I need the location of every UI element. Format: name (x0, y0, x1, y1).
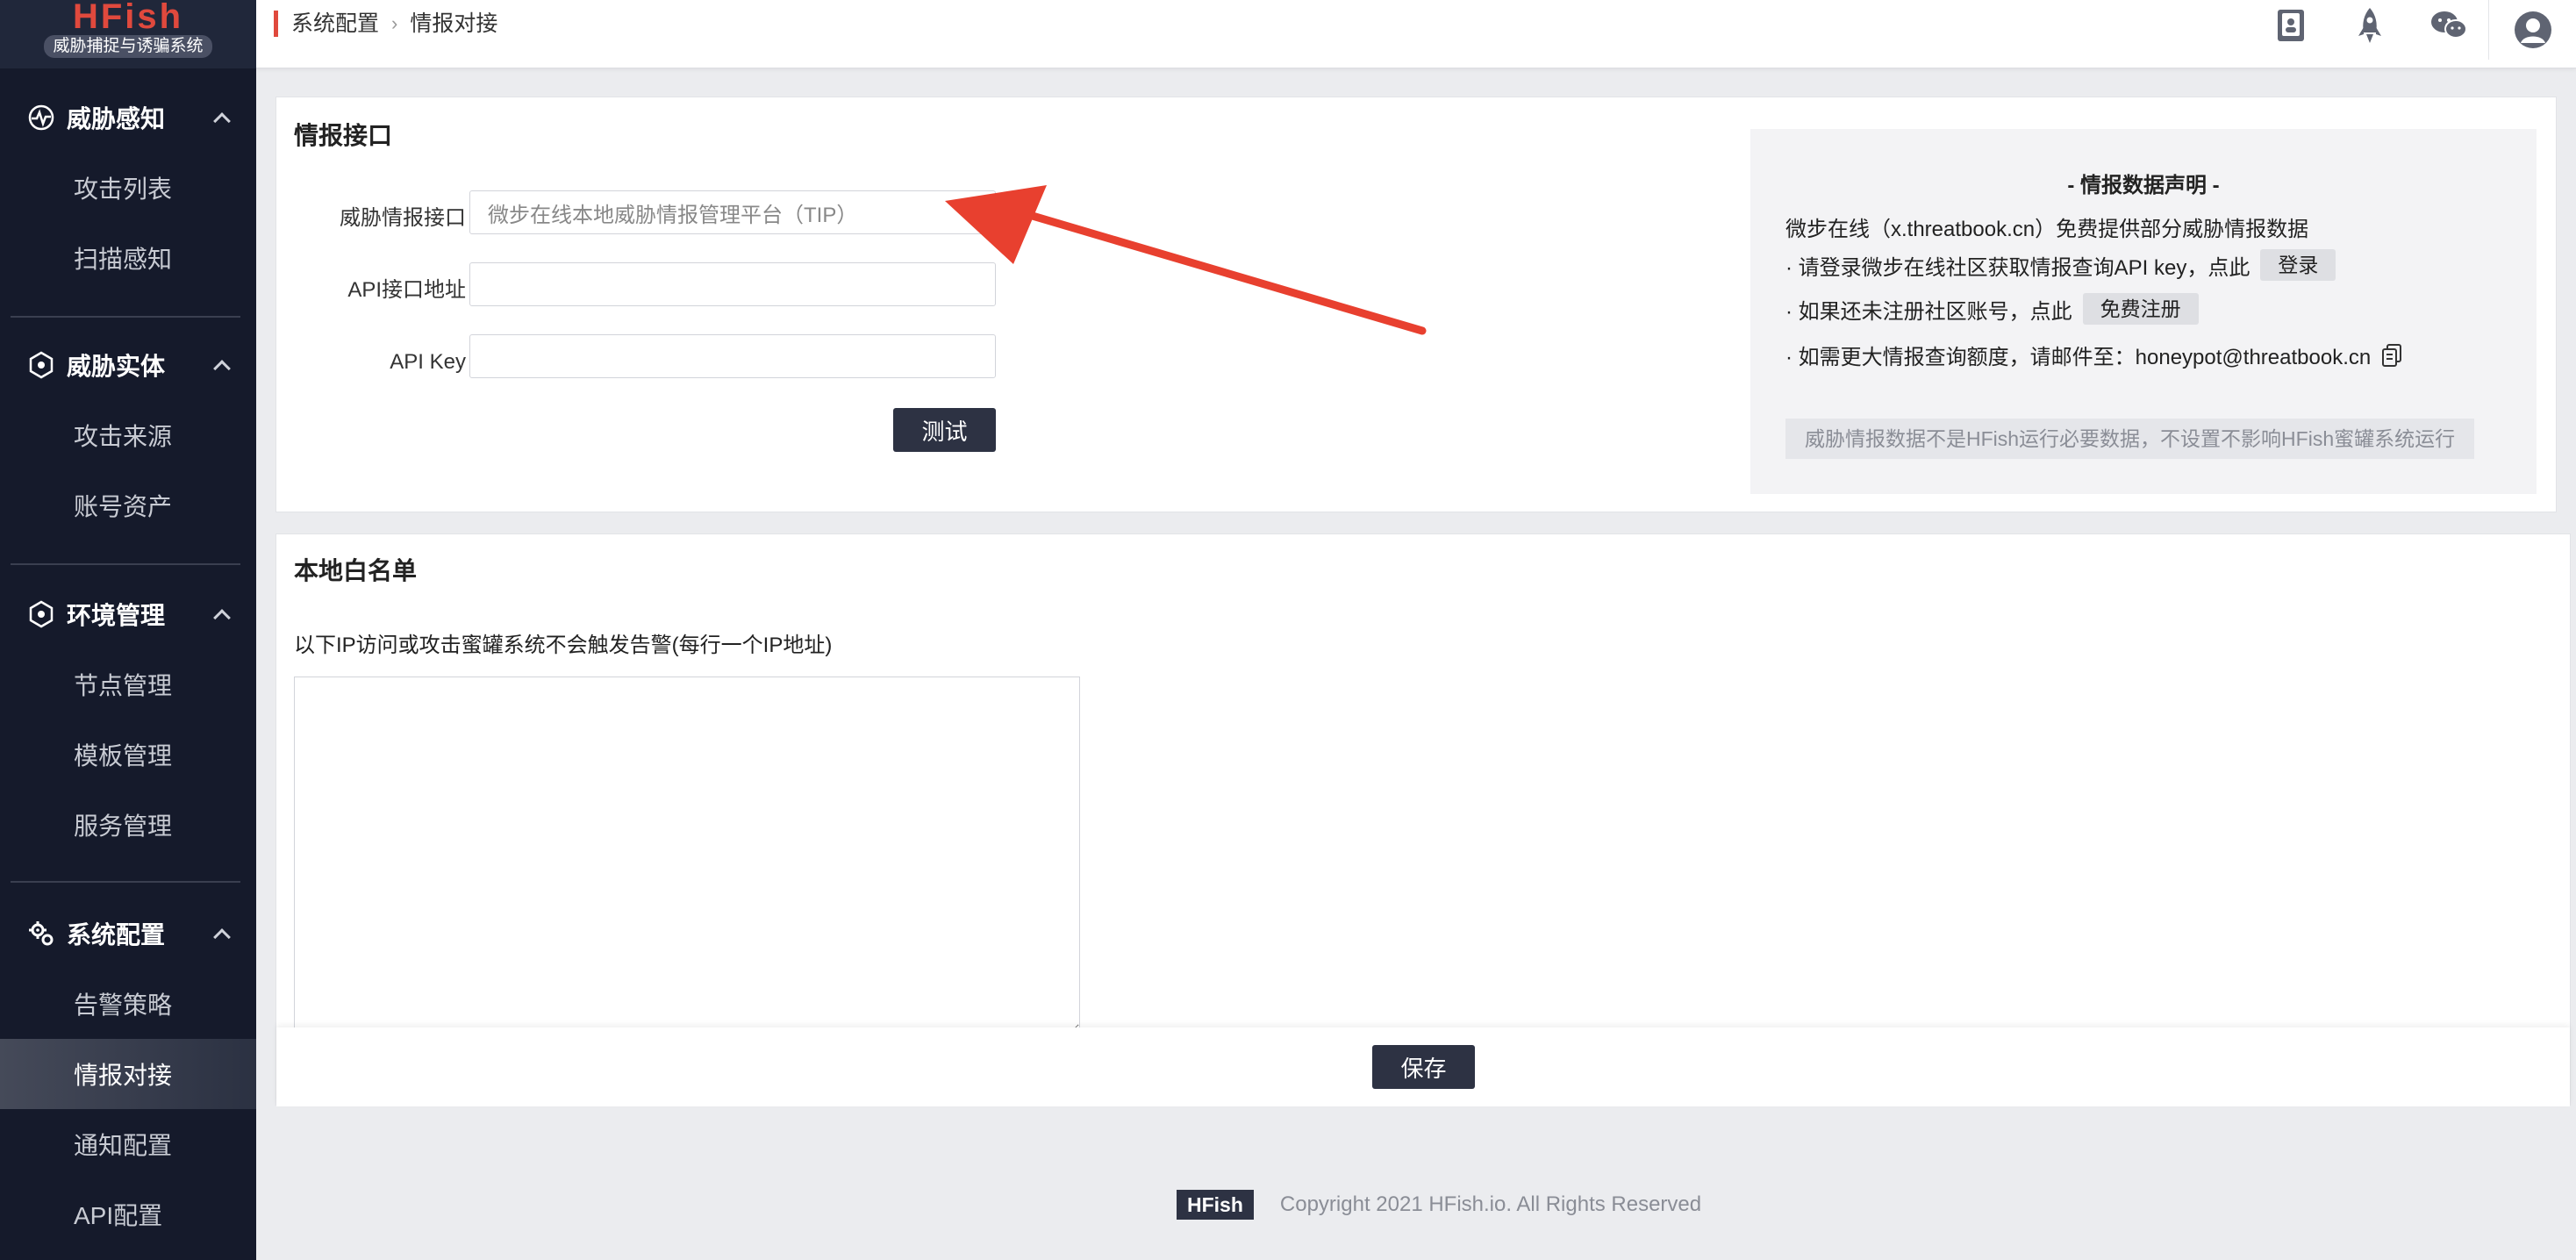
chevron-up-icon (213, 609, 231, 626)
api-url-input[interactable] (469, 262, 996, 306)
wechat-icon[interactable] (2409, 0, 2488, 51)
chevron-up-icon (213, 112, 231, 130)
sidebar-item-notification-config[interactable]: 通知配置 (0, 1109, 256, 1179)
notice-line-text: · 如果还未注册社区账号，点此 (1785, 299, 2072, 324)
notice-line-text: · 如需更大情报查询额度，请邮件至：honeypot@threatbook.cn (1785, 346, 2372, 369)
nav-group-label: 环境管理 (67, 602, 166, 629)
tip-label: 威胁情报接口： (340, 206, 487, 230)
footer-badge: HFish (1177, 1190, 1254, 1220)
hexagon-icon (26, 350, 56, 380)
chevron-right-icon: › (391, 12, 398, 34)
notice-line-text: · 请登录微步在线社区获取情报查询API key，点此 (1785, 255, 2250, 280)
footer: HFish Copyright 2021 HFish.io. All Right… (1177, 1190, 1701, 1220)
nav-group-header[interactable]: 威胁感知 (0, 82, 256, 153)
radar-icon (26, 103, 56, 132)
notice-line: · 如需更大情报查询额度，请邮件至：honeypot@threatbook.cn (1785, 340, 2402, 370)
nav-group-threat-awareness: 威胁感知 攻击列表 扫描感知 (0, 82, 256, 293)
nav-group-label: 威胁感知 (67, 105, 166, 132)
logo-subtitle: 威胁捕捉与诱骗系统 (44, 35, 212, 58)
sidebar-item-scan-awareness[interactable]: 扫描感知 (0, 223, 256, 293)
nav-group-header[interactable]: 系统配置 (0, 898, 256, 969)
breadcrumb-accent (274, 11, 278, 37)
breadcrumb-item[interactable]: 系统配置 (291, 11, 379, 37)
logo-title: HFish (72, 0, 184, 36)
nav-group-system-config: 系统配置 告警策略 情报对接 通知配置 API配置 (0, 898, 256, 1249)
chevron-up-icon (213, 928, 231, 946)
nav-group-threat-entity: 威胁实体 攻击来源 账号资产 (0, 330, 256, 541)
copy-icon[interactable] (2381, 343, 2402, 368)
chevron-up-icon (213, 360, 231, 377)
intel-title: 情报接口 (294, 122, 393, 149)
rocket-icon[interactable] (2330, 0, 2409, 51)
api-key-input[interactable] (469, 334, 996, 378)
notice-footer: 威胁情报数据不是HFish运行必要数据，不设置不影响HFish蜜罐系统运行 (1785, 419, 2475, 459)
sidebar-item-alert-policy[interactable]: 告警策略 (0, 969, 256, 1039)
tip-select-input[interactable] (469, 190, 996, 234)
sidebar-item-intel-integration[interactable]: 情报对接 (0, 1039, 256, 1109)
sidebar-item-template-management[interactable]: 模板管理 (0, 719, 256, 790)
top-icons (2251, 0, 2576, 68)
logo[interactable]: HFish 威胁捕捉与诱骗系统 (0, 0, 256, 68)
gears-icon (26, 919, 56, 949)
sidebar: HFish 威胁捕捉与诱骗系统 威胁感知 攻击列表 扫描感知 威胁实体 攻击来源… (0, 0, 256, 1260)
top-bar: 系统配置 › 情报对接 (256, 0, 2576, 68)
divider (11, 563, 240, 565)
notice-line: · 请登录微步在线社区获取情报查询API key，点此 登录 (1785, 249, 2336, 281)
login-button[interactable]: 登录 (2260, 249, 2336, 281)
sidebar-item-account-assets[interactable]: 账号资产 (0, 470, 256, 541)
hexagon-icon (26, 599, 56, 629)
notice-line: · 如果还未注册社区账号，点此 免费注册 (1785, 293, 2199, 325)
save-button[interactable]: 保存 (1372, 1045, 1475, 1089)
whitelist-panel: 本地白名单 以下IP访问或攻击蜜罐系统不会触发告警(每行一个IP地址) 保存 (275, 533, 2571, 1106)
nav-group-environment: 环境管理 节点管理 模板管理 服务管理 (0, 579, 256, 860)
notice-title: - 情报数据声明 - (2067, 174, 2220, 197)
sidebar-item-node-management[interactable]: 节点管理 (0, 649, 256, 719)
intel-panel: 情报接口 威胁情报接口： API接口地址： API Key： 测试 - 情报数据… (275, 97, 2557, 512)
nav-group-label: 威胁实体 (67, 353, 166, 380)
sidebar-item-attack-source[interactable]: 攻击来源 (0, 400, 256, 470)
whitelist-textarea[interactable] (294, 677, 1080, 1033)
sidebar-item-service-management[interactable]: 服务管理 (0, 790, 256, 860)
docs-icon[interactable] (2251, 0, 2330, 51)
whitelist-title: 本地白名单 (294, 557, 418, 584)
notice-line: 微步在线（x.threatbook.cn）免费提供部分威胁情报数据 (1785, 218, 2309, 241)
nav-group-header[interactable]: 威胁实体 (0, 330, 256, 400)
user-avatar-icon[interactable] (2488, 0, 2576, 60)
save-bar: 保存 (276, 1027, 2570, 1106)
nav-group-label: 系统配置 (67, 921, 166, 949)
nav-group-header[interactable]: 环境管理 (0, 579, 256, 649)
api-url-label: API接口地址： (347, 278, 487, 302)
footer-copyright: Copyright 2021 HFish.io. All Rights Rese… (1279, 1192, 1702, 1216)
divider (11, 316, 240, 318)
api-key-label: API Key： (390, 350, 487, 374)
sidebar-item-api-config[interactable]: API配置 (0, 1179, 256, 1249)
breadcrumb-current: 情报对接 (410, 11, 498, 36)
sidebar-item-attack-list[interactable]: 攻击列表 (0, 153, 256, 223)
breadcrumb: 系统配置 › 情报对接 (291, 11, 497, 37)
register-button[interactable]: 免费注册 (2082, 293, 2199, 325)
divider (11, 881, 240, 883)
intel-notice: - 情报数据声明 - 微步在线（x.threatbook.cn）免费提供部分威胁… (1750, 129, 2537, 494)
test-button[interactable]: 测试 (893, 408, 996, 452)
whitelist-description: 以下IP访问或攻击蜜罐系统不会触发告警(每行一个IP地址) (294, 634, 833, 657)
annotation-arrow-icon (945, 185, 1427, 335)
